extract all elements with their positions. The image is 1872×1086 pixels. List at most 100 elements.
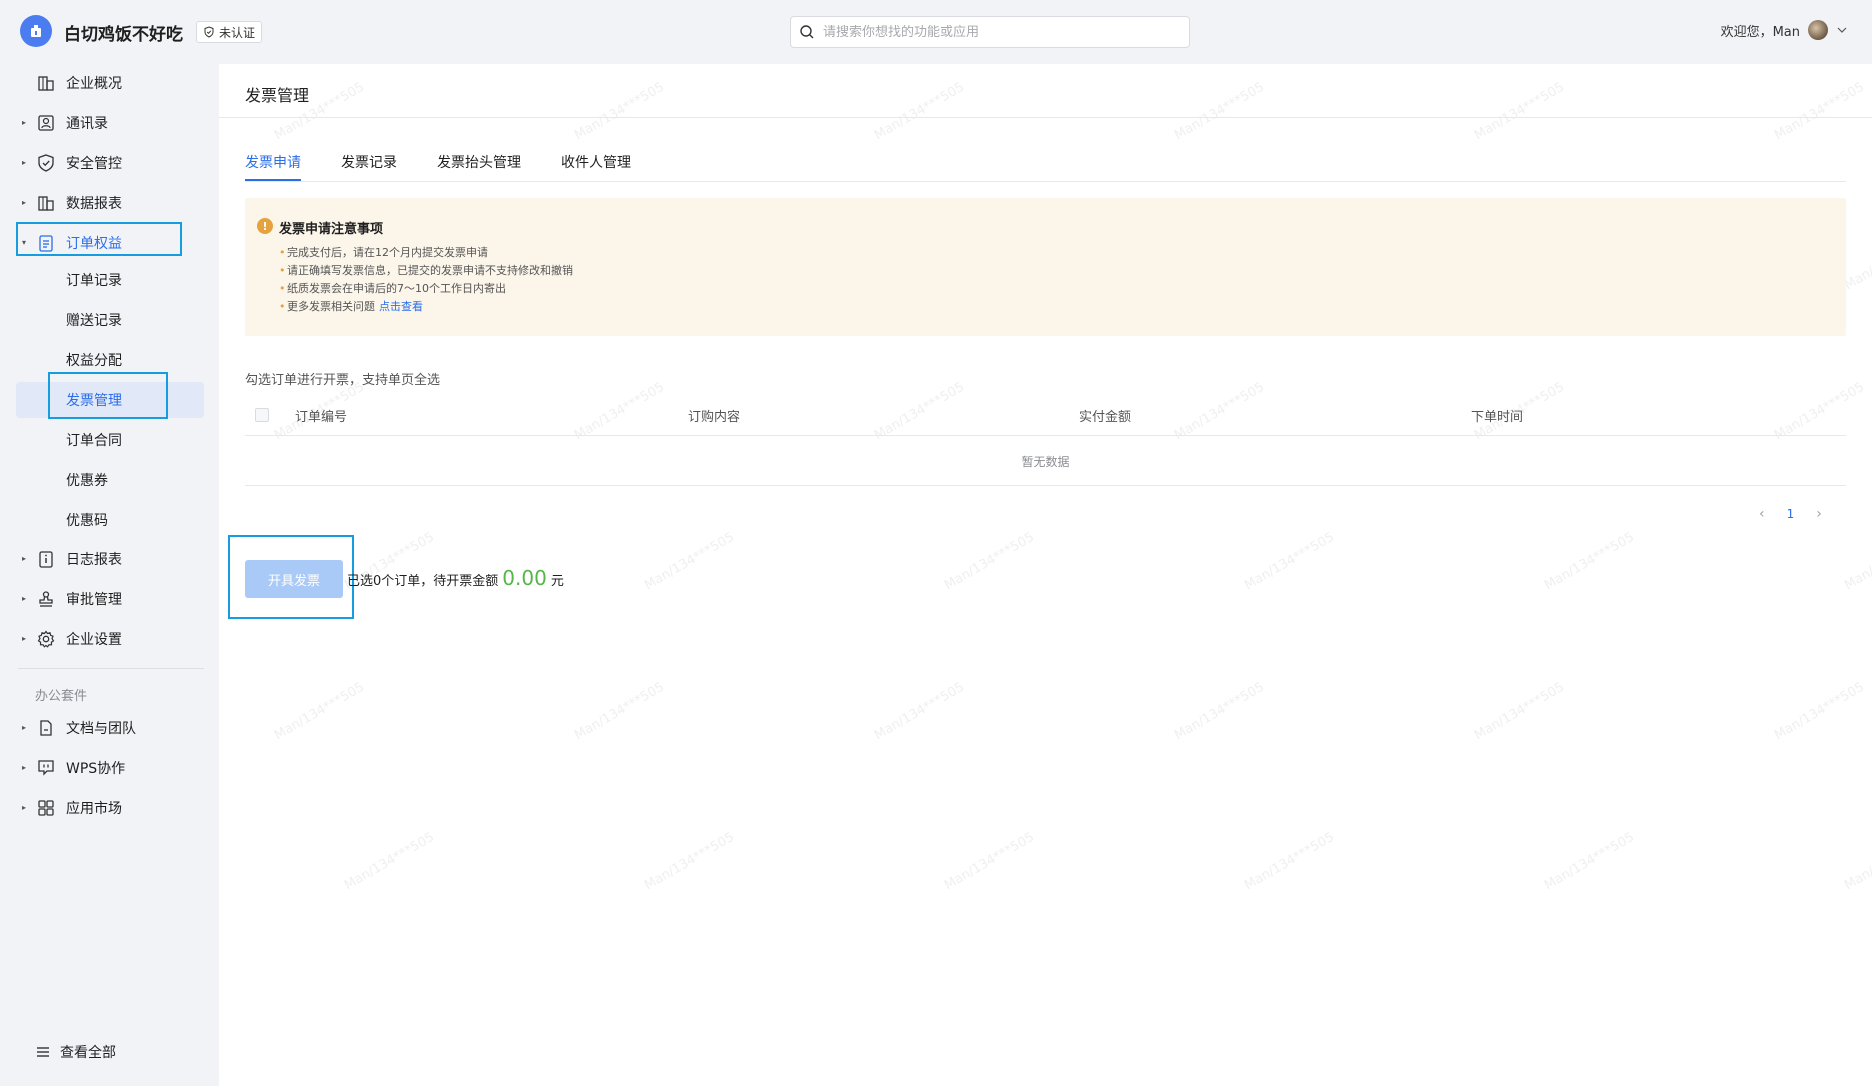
table-hint: 勾选订单进行开票，支持单页全选: [245, 373, 441, 388]
caret-right-icon: ▸: [22, 554, 27, 563]
caret-right-icon: ▸: [22, 118, 27, 127]
empty-text: 暂无数据: [1021, 455, 1070, 469]
tab-invoice-application[interactable]: 发票申请: [245, 152, 301, 181]
watermark-text: Man/134***505: [1172, 679, 1267, 744]
sidebar-item-label: 企业设置: [66, 632, 122, 648]
sidebar-item-security[interactable]: ▸ 安全管控: [16, 146, 204, 180]
contacts-icon: [36, 113, 56, 133]
building-icon: [36, 73, 56, 93]
caret-right-icon: ▸: [22, 594, 27, 603]
page-number[interactable]: 1: [1787, 507, 1795, 521]
sidebar-subitem-coupons[interactable]: 优惠券: [16, 462, 204, 498]
tab-invoice-records[interactable]: 发票记录: [341, 152, 397, 180]
watermark-text: Man/134***505: [872, 79, 967, 144]
watermark-text: Man/134***505: [942, 529, 1037, 594]
watermark-text: Man/134***505: [1542, 529, 1637, 594]
sidebar-item-label: WPS协作: [66, 761, 126, 777]
sidebar: 企业概况 ▸ 通讯录 ▸ 安全管控 ▸ 数据报表 ▾ 订单权益 订单记录 赠送记…: [0, 64, 219, 1086]
sidebar-item-approval[interactable]: ▸ 审批管理: [16, 582, 204, 616]
sidebar-item-label: 应用市场: [66, 801, 122, 817]
watermark-text: Man/134***505: [1542, 829, 1637, 894]
brand-name: 白切鸡饭不好吃: [64, 25, 183, 45]
top-bar: 白切鸡饭不好吃 未认证 欢迎您，Man: [0, 0, 1872, 64]
sidebar-subitem-label: 权益分配: [66, 353, 122, 369]
sidebar-item-reports[interactable]: ▸ 数据报表: [16, 186, 204, 220]
user-menu[interactable]: 欢迎您，Man: [1721, 20, 1848, 40]
sidebar-item-label: 企业概况: [66, 76, 122, 92]
watermark-text: Man/134***505: [642, 529, 737, 594]
sidebar-subitem-gift-records[interactable]: 赠送记录: [16, 302, 204, 338]
prev-page-icon[interactable]: ‹: [1759, 506, 1765, 522]
sidebar-item-contacts[interactable]: ▸ 通讯录: [16, 106, 204, 140]
select-all-checkbox[interactable]: [255, 408, 269, 422]
sidebar-subitem-label: 订单记录: [66, 273, 122, 289]
sidebar-item-wps-collab[interactable]: ▸ WPS协作: [16, 751, 204, 785]
search-icon: [800, 25, 814, 39]
tab-invoice-title-management[interactable]: 发票抬头管理: [437, 152, 521, 180]
shield-check-icon: [204, 26, 214, 38]
sidebar-divider: [18, 668, 204, 669]
watermark-text: Man/134***505: [1242, 529, 1337, 594]
watermark-text: Man/134***505: [572, 79, 667, 144]
caret-right-icon: ▸: [22, 198, 27, 207]
sidebar-subitem-order-records[interactable]: 订单记录: [16, 262, 204, 298]
tab-recipient-management[interactable]: 收件人管理: [561, 152, 631, 180]
notice-item: 完成支付后，请在12个月内提交发票申请: [279, 244, 573, 262]
sidebar-item-overview[interactable]: 企业概况: [16, 66, 204, 100]
pagination: ‹ 1 ›: [1759, 506, 1822, 522]
gear-icon: [36, 629, 56, 649]
avatar[interactable]: [1808, 20, 1828, 40]
search-box[interactable]: [790, 16, 1190, 48]
next-page-icon[interactable]: ›: [1816, 506, 1822, 522]
sidebar-subitem-order-contract[interactable]: 订单合同: [16, 422, 204, 458]
warning-icon: !: [257, 218, 273, 234]
view-details-link[interactable]: 点击查看: [379, 300, 423, 313]
shield-icon: [36, 153, 56, 173]
search-input[interactable]: [823, 24, 1163, 40]
report-icon: [36, 193, 56, 213]
watermark-text: Man/134***505: [1172, 79, 1267, 144]
watermark-text: Man/134***505: [642, 829, 737, 894]
summary-text: 已选0个订单，待开票金额: [347, 574, 499, 589]
sidebar-item-settings[interactable]: ▸ 企业设置: [16, 622, 204, 656]
sidebar-item-logs[interactable]: ▸ 日志报表: [16, 542, 204, 576]
currency-unit: 元: [550, 574, 564, 589]
sidebar-subitem-label: 赠送记录: [66, 313, 122, 329]
watermark-text: Man/134***505: [1842, 529, 1872, 594]
sidebar-item-label: 文档与团队: [66, 721, 136, 737]
pending-amount: 0.00: [502, 566, 547, 590]
column-header-order-content: 订购内容: [688, 410, 741, 425]
brand-logo-icon[interactable]: [20, 15, 52, 47]
certification-label: 未认证: [219, 25, 256, 40]
section-label-office-suite: 办公套件: [35, 689, 88, 704]
tabs-divider: [245, 181, 1846, 182]
sidebar-item-docs-teams[interactable]: ▸ 文档与团队: [16, 711, 204, 745]
title-divider: [219, 117, 1872, 118]
sidebar-item-app-market[interactable]: ▸ 应用市场: [16, 791, 204, 825]
sidebar-subitem-label: 订单合同: [66, 433, 122, 449]
view-all-button[interactable]: 查看全部: [36, 1042, 116, 1062]
sidebar-item-label: 数据报表: [66, 196, 122, 212]
caret-right-icon: ▸: [22, 803, 27, 812]
sidebar-item-label: 通讯录: [66, 116, 108, 132]
sidebar-item-label: 审批管理: [66, 592, 122, 608]
certification-badge[interactable]: 未认证: [196, 21, 263, 43]
column-header-order-time: 下单时间: [1471, 410, 1524, 425]
sidebar-subitem-label: 优惠券: [66, 473, 108, 489]
caret-right-icon: ▸: [22, 634, 27, 643]
grid-icon: [36, 798, 56, 818]
chevron-down-icon[interactable]: [1836, 24, 1848, 36]
column-header-order-number: 订单编号: [295, 410, 348, 425]
table-header: 订单编号 订购内容 实付金额 下单时间: [245, 394, 1846, 436]
watermark-text: Man/134***505: [942, 829, 1037, 894]
sidebar-item-label: 日志报表: [66, 552, 122, 568]
tab-bar: 发票申请 发票记录 发票抬头管理 收件人管理: [245, 152, 671, 181]
caret-right-icon: ▸: [22, 158, 27, 167]
info-doc-icon: [36, 549, 56, 569]
sidebar-subitem-promo-codes[interactable]: 优惠码: [16, 502, 204, 538]
caret-right-icon: ▸: [22, 723, 27, 732]
highlight-box-orders: [16, 222, 182, 256]
sidebar-subitem-label: 优惠码: [66, 513, 108, 529]
watermark-text: Man/134***505: [872, 679, 967, 744]
document-icon: [36, 718, 56, 738]
